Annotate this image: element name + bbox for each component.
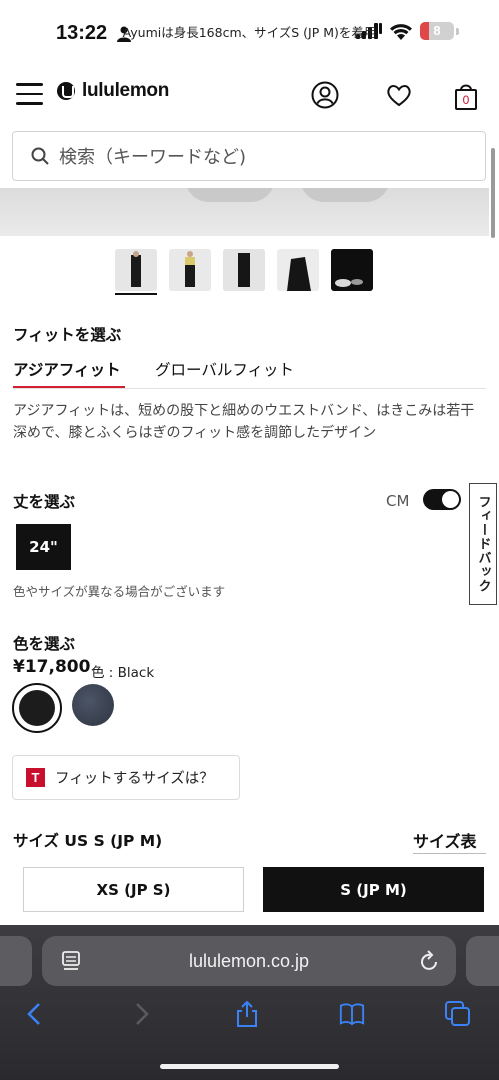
variation-note: 色やサイズが異なる場合がございます [13, 584, 226, 599]
length-section-title: 丈を選ぶ [13, 493, 76, 511]
brand-logo[interactable]: lululemon [57, 80, 169, 102]
site-header: lululemon 0 [0, 66, 499, 122]
color-swatch-navy[interactable] [72, 684, 114, 726]
home-indicator[interactable] [160, 1064, 339, 1069]
product-hero-image[interactable] [0, 188, 489, 236]
product-thumbnail[interactable] [115, 249, 157, 291]
share-icon[interactable] [234, 1001, 260, 1027]
size-option-xs[interactable]: XS (JP S) [23, 867, 244, 912]
hero-shoe-left [185, 188, 275, 202]
feedback-button[interactable]: フィードバック [469, 483, 497, 605]
active-tab-underline [13, 386, 125, 388]
previous-tab-peek[interactable] [0, 936, 32, 986]
search-input[interactable]: 検索（キーワードなど) [12, 131, 486, 181]
thumbnail-selected-indicator [115, 293, 157, 295]
next-tab-peek[interactable] [466, 936, 499, 986]
hero-shoe-right [300, 188, 390, 202]
search-placeholder: 検索（キーワードなど) [59, 147, 247, 168]
swatch-fill [19, 690, 55, 726]
tabs-icon[interactable] [445, 1001, 471, 1027]
address-bar[interactable]: lululemon.co.jp [42, 936, 456, 986]
cm-unit-toggle[interactable] [423, 489, 461, 510]
size-option-s[interactable]: S (JP M) [263, 867, 484, 912]
cm-unit-label: CM [386, 492, 410, 510]
cart-bag-icon[interactable]: 0 [454, 81, 478, 110]
product-thumbnail[interactable] [223, 249, 265, 291]
fit-section-title: フィットを選ぶ [13, 326, 122, 344]
size-chart-link[interactable]: サイズ表 [413, 828, 477, 852]
tab-asia-fit[interactable]: アジアフィット [13, 358, 121, 380]
tab-global-fit[interactable]: グローバルフィット [155, 358, 294, 380]
page-scrollbar[interactable] [491, 148, 495, 238]
size-chart-underline [413, 853, 486, 854]
wishlist-heart-icon[interactable] [385, 81, 413, 109]
selected-color-label: 色 : Black [91, 665, 155, 681]
feedback-label: フィードバック [475, 495, 491, 593]
toggle-knob [442, 491, 459, 508]
browser-toolbar: lululemon.co.jp [0, 925, 499, 1080]
fit-finder-label: フィットするサイズは？ [55, 771, 214, 787]
page-menu-icon[interactable] [62, 951, 80, 971]
bookmarks-icon[interactable] [339, 1001, 365, 1027]
account-icon[interactable] [311, 81, 339, 109]
product-thumbnail[interactable] [277, 249, 319, 291]
color-swatch-black[interactable] [12, 683, 62, 733]
cart-count: 0 [462, 93, 470, 107]
search-icon [31, 147, 49, 165]
menu-icon[interactable] [16, 83, 43, 105]
size-section-title: サイズ US S (JP M) [13, 832, 163, 850]
model-caption: Ayumiは身長168cm、サイズS (JP M)を着用 [122, 25, 377, 40]
product-thumbnail[interactable] [331, 249, 373, 291]
product-thumbnail[interactable] [169, 249, 211, 291]
length-option-selected[interactable]: 24" [16, 524, 71, 570]
fit-finder-button[interactable]: T フィットするサイズは？ [12, 755, 240, 800]
url-text: lululemon.co.jp [188, 950, 310, 971]
lululemon-logo-mark [57, 82, 75, 100]
color-section-title: 色を選ぶ [13, 635, 76, 653]
back-icon[interactable] [22, 1001, 48, 1027]
forward-icon[interactable] [128, 1001, 154, 1027]
fit-description: アジアフィットは、短めの股下と細めのウエストバンド、はきこみは若干深めで、膝とふ… [13, 403, 475, 441]
product-price: ¥17,800 [13, 657, 91, 677]
reload-icon[interactable] [420, 950, 440, 972]
brand-name: lululemon [82, 80, 170, 101]
tab-divider [13, 388, 486, 389]
fit-finder-logo-icon: T [26, 768, 45, 787]
